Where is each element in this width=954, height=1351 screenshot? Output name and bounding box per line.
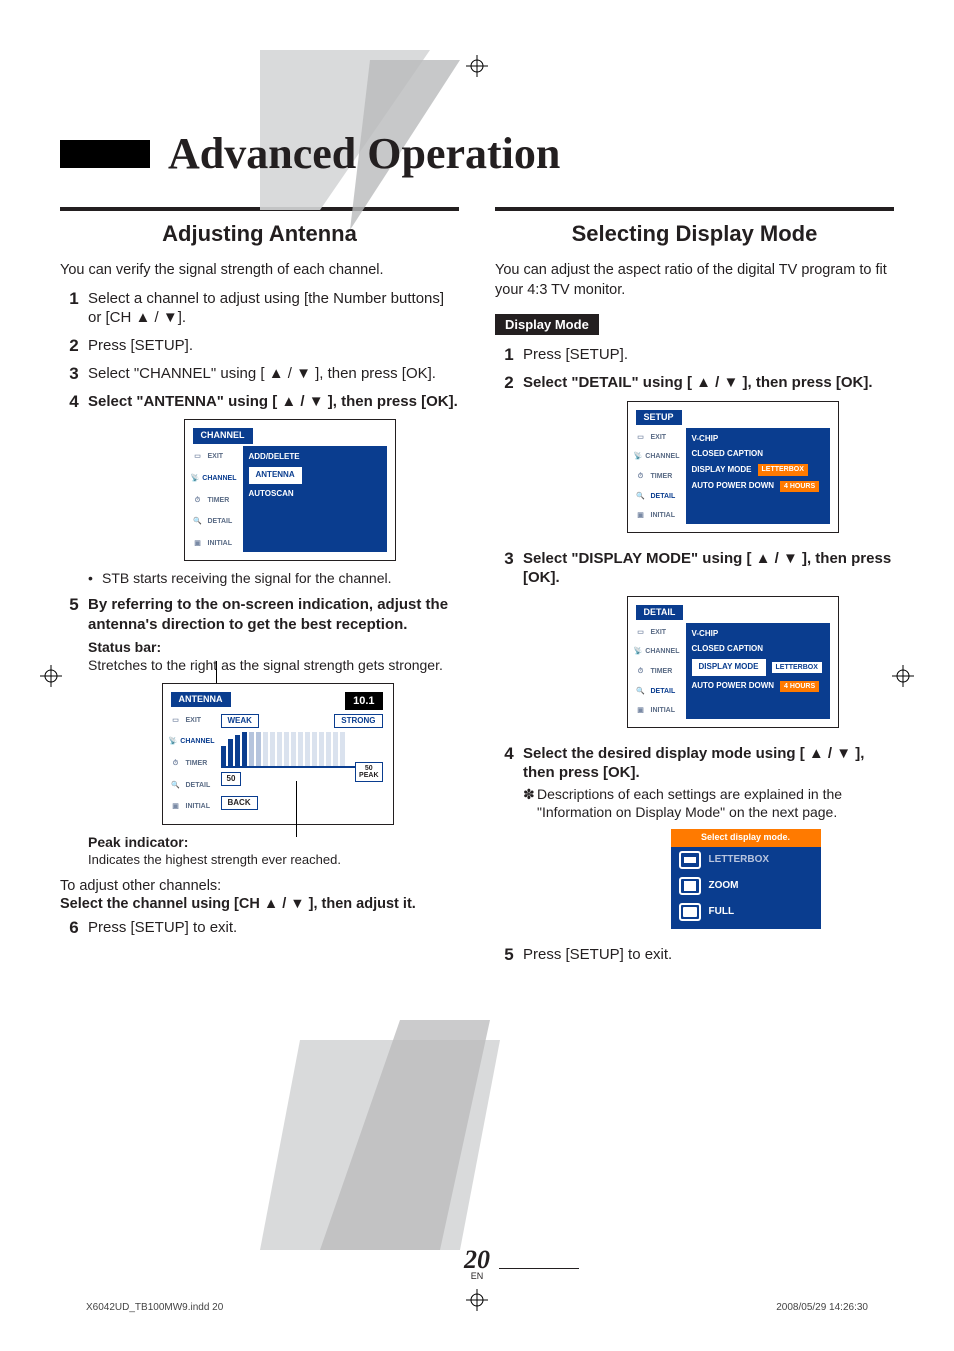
chapter-header: Advanced Operation (60, 128, 894, 179)
weak-label: WEAK (221, 714, 259, 728)
r-step-1: Press [SETUP]. (523, 345, 894, 365)
asterisk-icon: ✽ (523, 785, 537, 821)
osd-channel: CHANNEL ▭EXIT 📡CHANNEL ⏱TIMER 🔍DETAIL ▣I… (184, 419, 396, 561)
left-column: Adjusting Antenna You can verify the sig… (60, 207, 477, 973)
full-icon (679, 903, 701, 921)
footer-date: 2008/05/29 14:26:30 (776, 1302, 868, 1313)
bullet-icon: • (88, 569, 102, 587)
letterbox-icon (679, 851, 701, 869)
step-5: By referring to the on-screen indication… (88, 595, 459, 634)
antenna-intro: You can verify the signal strength of ea… (60, 261, 459, 281)
back-button: BACK (221, 796, 258, 810)
chapter-bar (60, 140, 150, 168)
step-number: 6 (60, 918, 88, 938)
step-number: 5 (495, 945, 523, 965)
status-bar-desc: Stretches to the right as the signal str… (88, 657, 443, 673)
footer-file: X6042UD_TB100MW9.indd 20 (86, 1302, 223, 1313)
page-number: 20 EN (464, 1245, 490, 1281)
step-number: 3 (60, 364, 88, 384)
step-number: 4 (495, 744, 523, 764)
step-1: Select a channel to adjust using [the Nu… (88, 289, 459, 328)
osd-title: SETUP (636, 410, 682, 426)
osd-item-display-mode: DISPLAY MODE (692, 659, 766, 675)
step-number: 5 (60, 595, 88, 615)
section-heading-antenna: Adjusting Antenna (60, 221, 459, 247)
osd-antenna: ANTENNA 10.1 ▭EXIT 📡CHANNEL ⏱TIMER 🔍DETA… (162, 683, 394, 825)
registration-mark-left (40, 665, 62, 687)
osd-select-display-mode: Select display mode. LETTERBOX ZOOM FULL (671, 829, 821, 929)
peak-desc: Indicates the highest strength ever reac… (88, 852, 341, 867)
osd-title: ANTENNA (171, 692, 231, 708)
osd-title: DETAIL (636, 605, 684, 621)
print-footer: X6042UD_TB100MW9.indd 20 2008/05/29 14:2… (86, 1302, 868, 1313)
step-4-note: STB starts receiving the signal for the … (102, 569, 391, 587)
page-number-rule (499, 1268, 579, 1269)
step-6: Press [SETUP] to exit. (88, 918, 459, 938)
osd-select-header: Select display mode. (671, 829, 821, 847)
display-intro: You can adjust the aspect ratio of the d… (495, 261, 894, 300)
registration-mark-top (466, 55, 488, 77)
step-number: 2 (495, 373, 523, 393)
osd-detail: DETAIL ▭EXIT 📡CHANNEL ⏱TIMER 🔍DETAIL ▣IN… (627, 596, 839, 728)
r-step-2: Select "DETAIL" using [ ▲ / ▼ ], then pr… (523, 373, 894, 393)
step-2: Press [SETUP]. (88, 336, 459, 356)
right-column: Selecting Display Mode You can adjust th… (477, 207, 894, 973)
osd-item-antenna: ANTENNA (249, 467, 302, 483)
step-number: 3 (495, 549, 523, 569)
current-value: 50 (221, 772, 242, 786)
step-4: Select "ANTENNA" using [ ▲ / ▼ ], then p… (88, 392, 459, 412)
step-number: 4 (60, 392, 88, 412)
step-number: 2 (60, 336, 88, 356)
to-adjust-other: To adjust other channels: (60, 878, 459, 894)
chapter-title: Advanced Operation (168, 128, 560, 179)
osd-setup: SETUP ▭EXIT 📡CHANNEL ⏱TIMER 🔍DETAIL ▣INI… (627, 401, 839, 533)
step-3: Select "CHANNEL" using [ ▲ / ▼ ], then p… (88, 364, 459, 384)
r-step-4-note: Descriptions of each settings are explai… (537, 785, 894, 821)
osd-channel-number: 10.1 (345, 692, 382, 710)
peak-indicator: 50 PEAK (355, 762, 382, 782)
r-step-5: Press [SETUP] to exit. (523, 945, 894, 965)
r-step-3: Select "DISPLAY MODE" using [ ▲ / ▼ ], t… (523, 549, 894, 588)
step-number: 1 (495, 345, 523, 365)
registration-mark-right (892, 665, 914, 687)
section-heading-display: Selecting Display Mode (495, 221, 894, 247)
status-bar-label: Status bar: (88, 639, 161, 655)
display-mode-tab: Display Mode (495, 314, 599, 335)
step-number: 1 (60, 289, 88, 309)
zoom-icon (679, 877, 701, 895)
peak-label: Peak indicator: (88, 834, 188, 850)
r-step-4: Select the desired display mode using [ … (523, 744, 894, 783)
select-channel-hint: Select the channel using [CH ▲ / ▼ ], th… (60, 896, 459, 912)
osd-title: CHANNEL (193, 428, 253, 444)
strong-label: STRONG (334, 714, 382, 728)
